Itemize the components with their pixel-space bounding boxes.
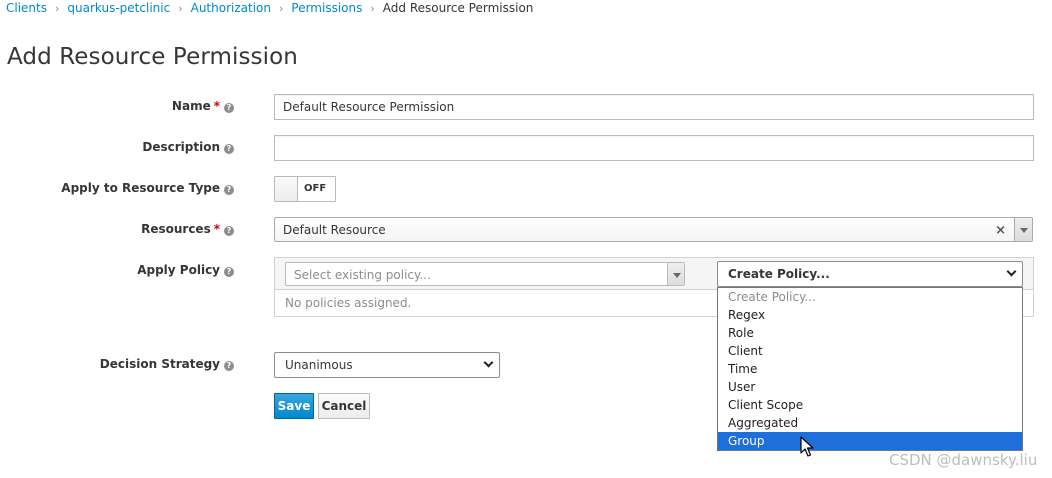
clear-icon[interactable]: × [995,223,1006,238]
resources-label-text: Resources [141,222,211,236]
decision-strategy-select[interactable]: Unanimous [274,352,500,378]
help-icon[interactable]: ? [224,267,234,277]
resources-value: Default Resource [283,223,386,237]
apply-resource-type-label: Apply to Resource Type? [4,181,234,195]
help-icon[interactable]: ? [224,103,234,113]
help-icon[interactable]: ? [224,144,234,154]
resources-label: Resources *? [4,222,234,236]
save-button[interactable]: Save [274,393,314,419]
dropdown-option[interactable]: Aggregated [718,414,1022,432]
breadcrumb-clients[interactable]: Clients [6,1,47,15]
description-label-text: Description [142,140,220,154]
chevron-down-icon[interactable] [1014,218,1032,241]
page-title: Add Resource Permission [7,44,298,70]
dropdown-option[interactable]: Time [718,360,1022,378]
create-policy-dropdown: Create Policy... Regex Role Client Time … [717,287,1023,451]
watermark: CSDN @dawnsky.liu [889,451,1038,469]
resources-select[interactable]: Default Resource × [274,217,1033,242]
dropdown-option[interactable]: Role [718,324,1022,342]
name-input[interactable]: Default Resource Permission [274,94,1034,120]
breadcrumb-separator: › [370,2,375,15]
breadcrumb-separator: › [278,2,284,15]
help-icon[interactable]: ? [224,185,234,195]
apply-policy-label-text: Apply Policy [137,263,220,277]
toggle-state: OFF [304,183,327,194]
chevron-down-icon[interactable] [667,263,684,285]
mouse-cursor-icon [800,436,814,457]
decision-strategy-label: Decision Strategy? [4,357,234,371]
help-icon[interactable]: ? [224,226,234,236]
decision-strategy-label-text: Decision Strategy [99,357,220,371]
chevron-down-icon [1006,266,1017,277]
required-mark: * [213,222,220,236]
breadcrumb-separator: › [55,2,60,15]
dropdown-option[interactable]: User [718,378,1022,396]
required-mark: * [213,99,220,113]
breadcrumb-current: Add Resource Permission [382,1,534,15]
dropdown-option[interactable]: Client [718,342,1022,360]
breadcrumb-authorization[interactable]: Authorization [191,1,271,15]
apply-policy-label: Apply Policy? [4,263,234,277]
help-icon[interactable]: ? [224,361,234,371]
existing-policy-placeholder: Select existing policy... [294,268,431,282]
existing-policy-select[interactable]: Select existing policy... [285,262,685,286]
dropdown-option-highlighted[interactable]: Group [718,432,1022,450]
create-policy-select[interactable]: Create Policy... [717,261,1023,287]
dropdown-option[interactable]: Create Policy... [718,288,1022,306]
description-input[interactable] [274,135,1034,161]
apply-resource-type-label-text: Apply to Resource Type [61,181,220,195]
breadcrumb: Clients › quarkus-petclinic › Authorization ›… [6,1,533,15]
dropdown-option[interactable]: Regex [718,306,1022,324]
no-policies-text: No policies assigned. [285,296,412,310]
toggle-knob [275,177,298,201]
chevron-down-icon [483,357,494,368]
breadcrumb-client[interactable]: quarkus-petclinic [67,1,170,15]
cancel-button[interactable]: Cancel [318,393,370,419]
create-policy-value: Create Policy... [728,267,830,281]
breadcrumb-separator: › [178,2,183,15]
breadcrumb-permissions[interactable]: Permissions [291,1,362,15]
dropdown-option[interactable]: Client Scope [718,396,1022,414]
apply-resource-type-toggle[interactable]: OFF [274,176,336,202]
description-label: Description? [4,140,234,154]
decision-strategy-value: Unanimous [285,358,353,372]
name-label-text: Name [171,99,211,113]
name-label: Name *? [4,99,234,113]
